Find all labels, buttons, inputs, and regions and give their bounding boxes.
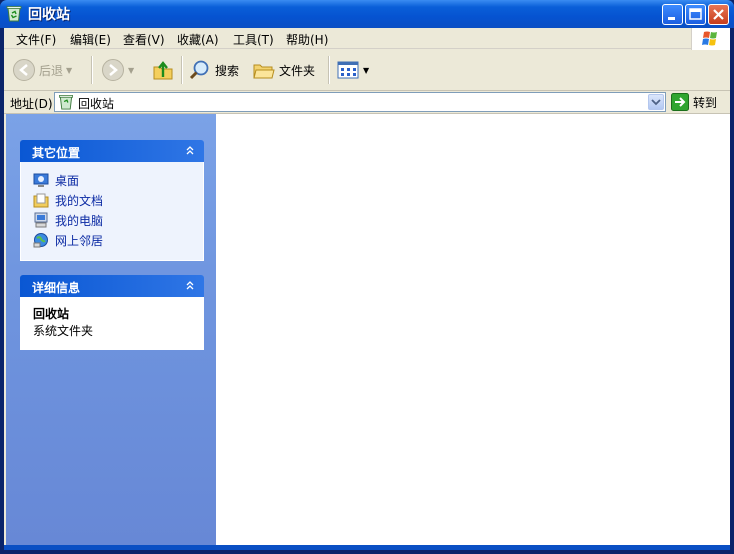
menu-favorites[interactable]: 收藏(A) xyxy=(177,31,219,48)
windows-flag-icon xyxy=(702,31,717,46)
close-button[interactable] xyxy=(708,4,729,25)
details-body: 回收站 系统文件夹 xyxy=(20,297,204,350)
back-label: 后退 xyxy=(39,63,64,78)
recycle-bin-icon xyxy=(59,95,73,110)
window-title: 回收站 xyxy=(28,7,70,23)
back-arrow-icon xyxy=(13,59,35,81)
folders-icon xyxy=(253,64,275,79)
window-bottom-frame xyxy=(4,545,730,550)
back-button[interactable]: 后退 ▼ xyxy=(12,56,72,84)
address-input[interactable]: 回收站 xyxy=(54,92,666,112)
address-dropdown-button[interactable] xyxy=(648,94,664,110)
standard-toolbar: 后退 ▼ ▼ 搜索 文件夹 ▼ xyxy=(4,50,730,91)
title-bar[interactable]: 回收站 xyxy=(0,0,734,28)
address-bar: 地址(D) 回收站 转到 xyxy=(4,91,730,114)
explorer-window: 回收站 文件(F) 编辑(E) 查看(V) 收藏(A) 工具(T) 帮助(H) xyxy=(0,0,734,554)
task-pane: 其它位置 桌面 我的文档 我的电脑 网上邻居 详细信息 回收站 系统文件夹 xyxy=(6,114,216,545)
place-label-network: 网上邻居 xyxy=(55,233,104,248)
other-places-header[interactable]: 其它位置 xyxy=(20,140,204,162)
menu-file[interactable]: 文件(F) xyxy=(16,31,56,48)
place-label-computer: 我的电脑 xyxy=(55,213,104,228)
magnifier-icon xyxy=(189,60,209,80)
forward-arrow-icon xyxy=(102,59,124,81)
forward-dropdown-icon[interactable]: ▼ xyxy=(128,66,134,75)
toolbar-separator xyxy=(328,56,330,84)
folders-button[interactable]: 文件夹 xyxy=(252,56,315,84)
minimize-button[interactable] xyxy=(662,4,683,25)
details-item-name: 回收站 xyxy=(33,307,70,321)
other-places-title: 其它位置 xyxy=(32,146,81,160)
folders-label: 文件夹 xyxy=(279,63,316,78)
place-label-documents: 我的文档 xyxy=(55,193,104,208)
my-documents-icon xyxy=(33,193,49,208)
go-button[interactable]: 转到 xyxy=(671,93,717,111)
views-icon xyxy=(337,61,359,79)
window-client: 文件(F) 编辑(E) 查看(V) 收藏(A) 工具(T) 帮助(H) 后退 ▼… xyxy=(4,28,730,550)
recycle-bin-icon xyxy=(6,6,22,22)
place-link-desktop[interactable]: 桌面 xyxy=(33,170,191,190)
desktop-icon xyxy=(33,173,49,187)
toolbar-separator xyxy=(181,56,183,84)
forward-button[interactable]: ▼ xyxy=(101,56,134,84)
details-header[interactable]: 详细信息 xyxy=(20,275,204,297)
collapse-chevron-icon[interactable] xyxy=(184,280,196,292)
other-places-body: 桌面 我的文档 我的电脑 网上邻居 xyxy=(20,162,204,261)
place-link-documents[interactable]: 我的文档 xyxy=(33,190,191,210)
search-label: 搜索 xyxy=(215,63,240,78)
folder-up-icon xyxy=(153,61,173,80)
up-button[interactable] xyxy=(151,56,175,84)
address-label: 地址(D) xyxy=(10,97,53,111)
place-link-network[interactable]: 网上邻居 xyxy=(33,230,191,250)
place-link-computer[interactable]: 我的电脑 xyxy=(33,210,191,230)
menu-view[interactable]: 查看(V) xyxy=(123,31,165,48)
place-label-desktop: 桌面 xyxy=(55,173,80,188)
search-button[interactable]: 搜索 xyxy=(188,56,239,84)
menu-edit[interactable]: 编辑(E) xyxy=(70,31,111,48)
details-item-type: 系统文件夹 xyxy=(33,324,94,338)
toolbar-separator xyxy=(91,56,93,84)
chevron-down-icon xyxy=(651,99,661,106)
views-dropdown-icon[interactable]: ▼ xyxy=(363,66,369,75)
details-title: 详细信息 xyxy=(32,281,81,295)
go-label: 转到 xyxy=(693,95,718,110)
back-dropdown-icon[interactable]: ▼ xyxy=(66,66,72,75)
other-places-panel: 其它位置 桌面 我的文档 我的电脑 网上邻居 xyxy=(20,140,204,261)
maximize-button[interactable] xyxy=(685,4,706,25)
maximize-icon xyxy=(689,8,702,20)
collapse-chevron-icon[interactable] xyxy=(184,145,196,157)
my-computer-icon xyxy=(34,212,48,228)
menu-help[interactable]: 帮助(H) xyxy=(286,31,328,48)
menu-tools[interactable]: 工具(T) xyxy=(233,31,274,48)
details-panel: 详细信息 回收站 系统文件夹 xyxy=(20,275,204,350)
network-places-icon xyxy=(33,233,48,248)
file-list-area[interactable] xyxy=(216,114,730,545)
minimize-icon xyxy=(668,17,675,20)
address-value: 回收站 xyxy=(78,97,115,111)
go-arrow-icon xyxy=(671,93,689,111)
windows-logo xyxy=(691,28,730,50)
views-button[interactable]: ▼ xyxy=(336,56,369,84)
close-icon xyxy=(713,9,724,20)
menu-bar: 文件(F) 编辑(E) 查看(V) 收藏(A) 工具(T) 帮助(H) xyxy=(4,28,730,50)
